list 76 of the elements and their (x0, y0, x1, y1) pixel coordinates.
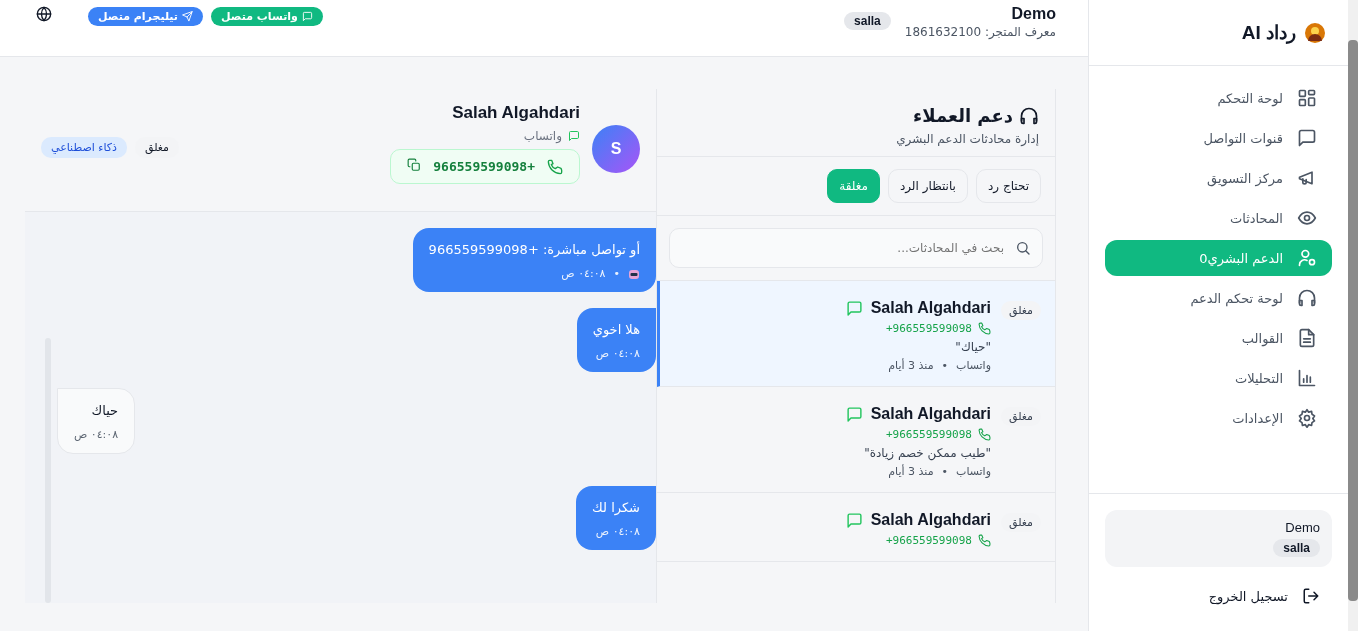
user-gear-icon (1297, 248, 1317, 268)
paper-plane-icon (182, 10, 193, 22)
message-text: هلا اخوي (592, 322, 640, 337)
message-preview: "طيب ممكن خصم زيادة" (864, 446, 991, 460)
store-name: Demo (1285, 520, 1320, 535)
chat-bubble-icon (301, 10, 313, 22)
headphones-icon (1019, 105, 1039, 126)
time-label: منذ 3 أيام (888, 359, 934, 372)
connection-badge: واتساب متصل (211, 6, 323, 26)
avatar-icon (1304, 21, 1326, 44)
message-time: ٠٤:٠٨ ص (74, 428, 119, 441)
copy-icon (407, 158, 422, 172)
brand-name: رداد AI (1241, 21, 1296, 44)
store-id: معرف المتجر: 1861632100 (904, 25, 1056, 39)
chat-bubble-icon (845, 299, 863, 317)
time-label: منذ 3 أيام (888, 465, 934, 478)
message-time: ٠٤:٠٨ ص (561, 267, 606, 280)
chat-bubble-icon (568, 130, 580, 142)
mode-tag: ذكاء اصطناعي (41, 137, 127, 158)
channel-label: واتساب (523, 129, 562, 143)
sidebar-item[interactable]: لوحة التحكم (1105, 80, 1332, 116)
grid-icon (1297, 88, 1317, 108)
sidebar-item[interactable]: القوالب (1105, 320, 1332, 356)
document-icon (1297, 328, 1317, 348)
message-time: ٠٤:٠٨ ص (595, 525, 640, 538)
sidebar-item[interactable]: التحليلات (1105, 360, 1332, 396)
sidebar-item[interactable]: الإعدادات (1105, 400, 1332, 436)
phone-number: +966559599098 (885, 534, 972, 547)
message-preview: "حياك" (955, 340, 991, 354)
filter-tab[interactable]: بانتظار الرد (887, 169, 968, 203)
sidebar-item[interactable]: مركز التسويق (1105, 160, 1332, 196)
message-text: شكرا لك (592, 500, 640, 515)
phone-icon (978, 534, 991, 547)
separator-dot: • (941, 359, 949, 372)
message-time: ٠٤:٠٨ ص (595, 347, 640, 360)
eye-icon (1297, 208, 1317, 228)
message-text: حياك (90, 403, 119, 418)
platform-tag: salla (1273, 539, 1320, 557)
phone-icon (978, 322, 991, 335)
separator-dot: • (613, 267, 620, 280)
chat-bubble-icon (1297, 128, 1317, 148)
headphones-icon (1297, 288, 1317, 308)
sidebar-item[interactable]: المحادثات (1105, 200, 1332, 236)
store-name: Demo (1011, 5, 1056, 23)
status-tag: مغلق (1001, 301, 1041, 320)
phone-icon (978, 428, 991, 441)
phone-number: +966559599098 (885, 428, 972, 441)
channel-label: واتساب (956, 465, 991, 478)
separator-dot: • (941, 465, 949, 478)
chat-bubble-icon (845, 405, 863, 423)
phone-icon (547, 158, 563, 175)
phone-number: +966559599098 (885, 322, 972, 335)
avatar: S (592, 125, 640, 173)
channel-label: واتساب (956, 359, 991, 372)
message-text: أو تواصل مباشرة: +966559599098 (428, 242, 640, 257)
connection-badge: تيليجرام متصل (88, 6, 203, 26)
logout-icon (1302, 587, 1320, 605)
panel-subtitle: إدارة محادثات الدعم البشري (896, 132, 1039, 146)
contact-name: Salah Algahdari (452, 103, 580, 123)
sidebar-item[interactable]: قنوات التواصل (1105, 120, 1332, 156)
logout-button[interactable]: تسجيل الخروج (1105, 587, 1332, 605)
panel-title: دعم العملاء (913, 105, 1013, 126)
filter-tab[interactable]: تحتاج رد (975, 169, 1041, 203)
phone-number: +966559599098 (433, 159, 535, 174)
contact-name: Salah Algahdari (870, 405, 991, 423)
settings-icon (1297, 408, 1317, 428)
chat-bubble-icon (845, 511, 863, 529)
sidebar-item[interactable]: لوحة تحكم الدعم (1105, 280, 1332, 316)
search-icon (1015, 240, 1031, 256)
contact-name: Salah Algahdari (870, 299, 991, 317)
globe-icon (36, 6, 52, 22)
contact-name: Salah Algahdari (870, 511, 991, 529)
bar-chart-icon (1297, 368, 1317, 388)
platform-tag: salla (844, 12, 891, 30)
scrollbar[interactable] (1348, 0, 1358, 631)
search-field[interactable]: بحث في المحادثات... (669, 228, 1043, 268)
